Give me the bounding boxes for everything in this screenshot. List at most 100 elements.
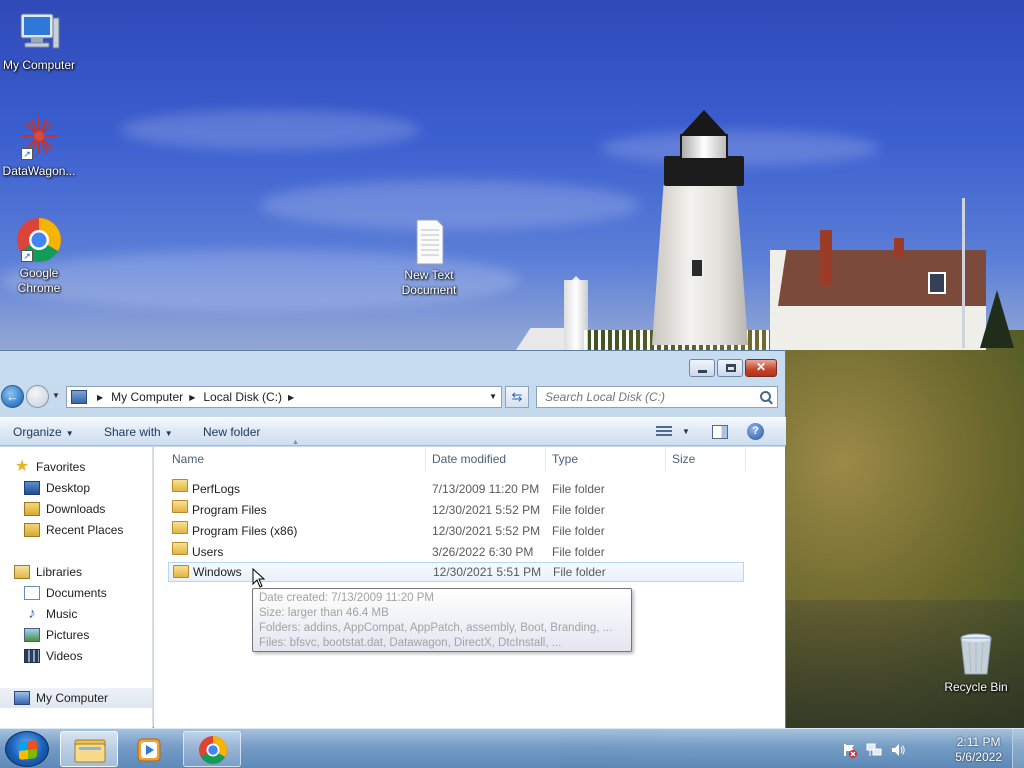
nav-libraries[interactable]: Libraries <box>0 562 152 582</box>
row-date: 7/13/2009 11:20 PM <box>432 482 540 496</box>
caption-buttons: ✕ <box>687 359 777 377</box>
nav-videos[interactable]: Videos <box>0 646 152 666</box>
tooltip-files: Files: bfsvc, bootstat.dat, Datawagon, D… <box>259 637 562 649</box>
wallpaper-cloud <box>120 110 420 150</box>
taskbar-media-player-button[interactable] <box>120 731 178 767</box>
nav-desktop[interactable]: Desktop <box>0 478 152 498</box>
help-icon[interactable]: ? <box>747 423 764 440</box>
volume-icon[interactable] <box>890 742 906 761</box>
table-row[interactable]: Program Files 12/30/2021 5:52 PM File fo… <box>168 500 744 520</box>
nav-music[interactable]: ♪ Music <box>0 604 152 624</box>
row-name: Users <box>192 545 224 559</box>
network-icon[interactable] <box>866 742 882 761</box>
address-bar[interactable]: ▶ My Computer ▶ Local Disk (C:) ▶ ▼ <box>66 386 502 408</box>
clock-time: 2:11 PM <box>956 735 1001 749</box>
row-type: File folder <box>552 545 605 559</box>
desktop-icon-datawagon[interactable]: ↗ DataWagon... <box>0 114 80 179</box>
nav-pictures[interactable]: Pictures <box>0 625 152 645</box>
nav-favorites[interactable]: ★ Favorites <box>0 457 152 477</box>
wallpaper-house-roof <box>778 250 986 306</box>
view-options-dropdown[interactable]: ▼ <box>682 427 690 436</box>
search-box[interactable] <box>536 386 778 408</box>
row-date: 12/30/2021 5:52 PM <box>432 503 541 517</box>
minimize-button[interactable] <box>689 359 715 377</box>
action-center-icon[interactable] <box>842 742 858 761</box>
back-button[interactable]: ← <box>1 385 24 408</box>
table-row[interactable]: Program Files (x86) 12/30/2021 5:52 PM F… <box>168 521 744 541</box>
recent-pages-dropdown[interactable]: ▼ <box>52 391 62 401</box>
nav-my-computer[interactable]: My Computer <box>0 688 152 708</box>
clock-date: 5/6/2022 <box>955 750 1002 764</box>
wallpaper-chimney <box>820 230 832 286</box>
maximize-button[interactable] <box>717 359 743 377</box>
column-header-type[interactable]: Type <box>546 447 666 471</box>
command-bar: Organize ▼ Share with ▼ New folder ▼ ? <box>0 417 786 446</box>
desktop-icon-google-chrome[interactable]: ↗ Google Chrome <box>0 216 80 296</box>
chevron-down-icon: ▼ <box>52 391 60 400</box>
chevron-down-icon: ▼ <box>65 429 74 438</box>
media-player-icon <box>137 738 161 762</box>
start-button[interactable] <box>5 731 49 767</box>
organize-button[interactable]: Organize ▼ <box>13 425 74 439</box>
row-type: File folder <box>553 565 606 579</box>
folder-info-tooltip: Date created: 7/13/2009 11:20 PM Size: l… <box>252 588 632 652</box>
nav-recent-places[interactable]: Recent Places <box>0 520 152 540</box>
search-icon[interactable] <box>760 391 771 402</box>
wallpaper-lighthouse-window <box>690 258 704 278</box>
new-folder-button[interactable]: New folder <box>203 425 260 439</box>
nav-documents[interactable]: Documents <box>0 583 152 603</box>
change-view-icon[interactable] <box>656 426 672 438</box>
nav-label: Downloads <box>46 502 106 516</box>
wallpaper-lighthouse-lantern <box>680 134 728 160</box>
wallpaper-lighthouse-gallery <box>664 156 744 186</box>
nav-label: Desktop <box>46 481 91 495</box>
nav-label: Music <box>46 607 78 621</box>
desktop-icon-recycle-bin[interactable]: Recycle Bin <box>935 630 1017 695</box>
taskbar: 2:11 PM 5/6/2022 <box>0 728 1024 768</box>
refresh-button[interactable]: ⇆ <box>505 386 529 408</box>
folder-icon <box>172 479 188 492</box>
desktop-icon-label: DataWagon... <box>2 164 76 178</box>
share-with-button[interactable]: Share with ▼ <box>104 425 173 439</box>
music-icon: ♪ <box>28 605 36 622</box>
breadcrumb-local-disk[interactable]: Local Disk (C:) <box>203 390 282 404</box>
address-dropdown-icon[interactable]: ▼ <box>489 392 497 401</box>
computer-icon <box>14 691 30 705</box>
explorer-window[interactable]: ✕ ← ▼ ▶ My Computer ▶ Local Disk (C:) ▶ … <box>0 350 786 729</box>
preview-pane-icon[interactable] <box>712 425 728 439</box>
nav-downloads[interactable]: Downloads <box>0 499 152 519</box>
table-row[interactable]: PerfLogs 7/13/2009 11:20 PM File folder <box>168 479 744 499</box>
desktop-icon-label: Recycle Bin <box>944 680 1008 694</box>
folder-icon <box>172 500 188 513</box>
documents-icon <box>24 586 40 600</box>
close-button[interactable]: ✕ <box>745 359 777 377</box>
computer-icon <box>71 390 87 404</box>
column-header-size[interactable]: Size <box>666 447 746 471</box>
breadcrumb-separator-icon[interactable]: ▶ <box>288 393 294 402</box>
minimize-icon <box>698 370 707 373</box>
taskbar-explorer-button[interactable] <box>60 731 118 767</box>
videos-icon <box>24 649 40 663</box>
breadcrumb-my-computer[interactable]: My Computer <box>111 390 183 404</box>
system-clock[interactable]: 2:11 PM 5/6/2022 <box>955 735 1002 765</box>
star-icon: ★ <box>14 458 30 475</box>
table-row[interactable]: Users 3/26/2022 6:30 PM File folder <box>168 542 744 562</box>
column-header-name[interactable]: Name <box>166 447 426 471</box>
nav-label: Pictures <box>46 628 90 642</box>
desktop-icon-label: Google Chrome <box>17 266 61 295</box>
show-desktop-button[interactable] <box>1012 729 1024 768</box>
desktop-icon-new-text-document[interactable]: New Text Document <box>388 218 470 298</box>
column-header-date-modified[interactable]: Date modified <box>426 447 546 471</box>
desktop-icon-my-computer[interactable]: My Computer <box>0 8 80 73</box>
search-input[interactable] <box>545 390 745 404</box>
text-document-icon <box>405 218 453 266</box>
tooltip-size: Size: larger than 46.4 MB <box>259 607 389 619</box>
libraries-icon <box>14 565 30 579</box>
breadcrumb-separator-icon[interactable]: ▶ <box>189 393 195 402</box>
back-arrow-icon: ← <box>6 389 19 404</box>
folder-icon <box>172 521 188 534</box>
forward-button[interactable] <box>26 385 49 408</box>
wallpaper-chimney <box>894 238 904 258</box>
taskbar-chrome-button[interactable] <box>183 731 241 767</box>
row-name: Windows <box>193 565 242 579</box>
